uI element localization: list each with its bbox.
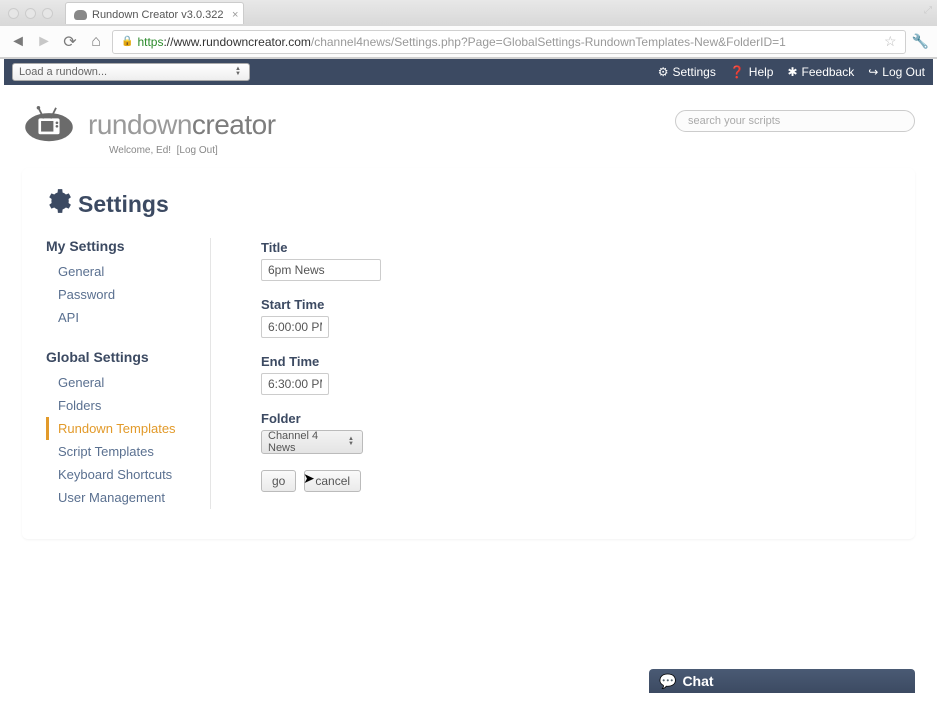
folder-label: Folder: [261, 411, 381, 426]
back-button[interactable]: ◄: [8, 32, 28, 52]
start-time-label: Start Time: [261, 297, 381, 312]
browser-tab[interactable]: Rundown Creator v3.0.322 ×: [65, 2, 244, 24]
page-title: Settings: [46, 188, 891, 220]
sidebar-item-api[interactable]: API: [46, 306, 200, 329]
sidebar-item-password[interactable]: Password: [46, 283, 200, 306]
browser-toolbar: ◄ ► ⟳ ⌂ 🔒 https://www.rundowncreator.com…: [0, 26, 937, 58]
sidebar-item-rundown-templates[interactable]: Rundown Templates: [46, 417, 200, 440]
address-bar[interactable]: 🔒 https://www.rundowncreator.com/channel…: [112, 30, 906, 54]
welcome-text: Welcome, Ed! [Log Out]: [109, 145, 933, 156]
nav-settings-label: Settings: [672, 65, 715, 79]
lock-icon: 🔒: [121, 36, 133, 47]
settings-panel: Settings My Settings General Password AP…: [22, 168, 915, 539]
gear-icon: ⚙: [658, 65, 669, 79]
nav-settings[interactable]: ⚙ Settings: [658, 65, 716, 79]
nav-feedback-label: Feedback: [802, 65, 855, 79]
start-time-input[interactable]: [261, 316, 329, 338]
reload-button[interactable]: ⟳: [60, 32, 80, 52]
rundown-dropdown-label: Load a rundown...: [19, 66, 107, 78]
sidebar-item-general-my[interactable]: General: [46, 260, 200, 283]
rundown-dropdown[interactable]: Load a rundown... ▲▼: [12, 63, 250, 81]
nav-help[interactable]: ❓ Help: [730, 65, 774, 79]
dropdown-arrows-icon: ▲▼: [348, 435, 359, 449]
dropdown-arrows-icon: ▲▼: [235, 65, 246, 79]
close-window-icon[interactable]: [8, 8, 19, 19]
folder-dropdown[interactable]: Channel 4 News ▲▼: [261, 430, 363, 454]
settings-gear-icon: [46, 188, 72, 220]
chat-bar[interactable]: 💬 Chat: [649, 669, 915, 693]
end-time-input[interactable]: [261, 373, 329, 395]
sidebar-item-folders[interactable]: Folders: [46, 394, 200, 417]
sidebar-item-script-templates[interactable]: Script Templates: [46, 440, 200, 463]
title-label: Title: [261, 240, 381, 255]
logo-icon: [22, 99, 76, 143]
nav-feedback[interactable]: ✱ Feedback: [787, 65, 854, 79]
sidebar-heading-my: My Settings: [46, 238, 200, 254]
close-tab-icon[interactable]: ×: [232, 9, 238, 21]
url-text: https://www.rundowncreator.com/channel4n…: [137, 35, 785, 49]
search-input[interactable]: search your scripts: [675, 110, 915, 132]
app-top-nav: Load a rundown... ▲▼ ⚙ Settings ❓ Help ✱…: [4, 59, 933, 85]
logout-icon: ↪: [868, 65, 878, 79]
settings-sidebar: My Settings General Password API Global …: [46, 238, 211, 509]
chat-label: Chat: [682, 673, 713, 689]
sidebar-item-keyboard-shortcuts[interactable]: Keyboard Shortcuts: [46, 463, 200, 486]
help-icon: ❓: [730, 65, 745, 79]
title-input[interactable]: [261, 259, 381, 281]
forward-button[interactable]: ►: [34, 32, 54, 52]
settings-wrench-icon[interactable]: 🔧: [912, 33, 929, 50]
search-placeholder: search your scripts: [688, 115, 780, 127]
bookmark-icon[interactable]: ☆: [884, 33, 897, 50]
nav-help-label: Help: [749, 65, 774, 79]
nav-logout[interactable]: ↪ Log Out: [868, 65, 925, 79]
favicon-icon: [74, 10, 87, 20]
sidebar-heading-global: Global Settings: [46, 349, 200, 365]
logout-link[interactable]: [Log Out]: [177, 145, 218, 156]
go-button[interactable]: go: [261, 470, 296, 492]
end-time-label: End Time: [261, 354, 381, 369]
sidebar-item-general-global[interactable]: General: [46, 371, 200, 394]
brand-name: rundowncreator: [88, 109, 276, 141]
expand-icon[interactable]: ⤢: [924, 5, 932, 16]
chat-icon: 💬: [659, 673, 676, 690]
minimize-window-icon[interactable]: [25, 8, 36, 19]
maximize-window-icon[interactable]: [42, 8, 53, 19]
template-form: Title Start Time End Time Folder: [261, 238, 381, 509]
sidebar-item-user-management[interactable]: User Management: [46, 486, 200, 509]
nav-logout-label: Log Out: [882, 65, 925, 79]
browser-tab-bar: Rundown Creator v3.0.322 × ⤢: [0, 0, 937, 26]
feedback-icon: ✱: [787, 65, 797, 79]
cancel-button[interactable]: cancel: [304, 470, 361, 492]
window-controls[interactable]: [8, 8, 53, 19]
folder-dropdown-value: Channel 4 News: [268, 430, 346, 454]
home-button[interactable]: ⌂: [86, 32, 106, 52]
tab-title-label: Rundown Creator v3.0.322: [92, 9, 223, 21]
